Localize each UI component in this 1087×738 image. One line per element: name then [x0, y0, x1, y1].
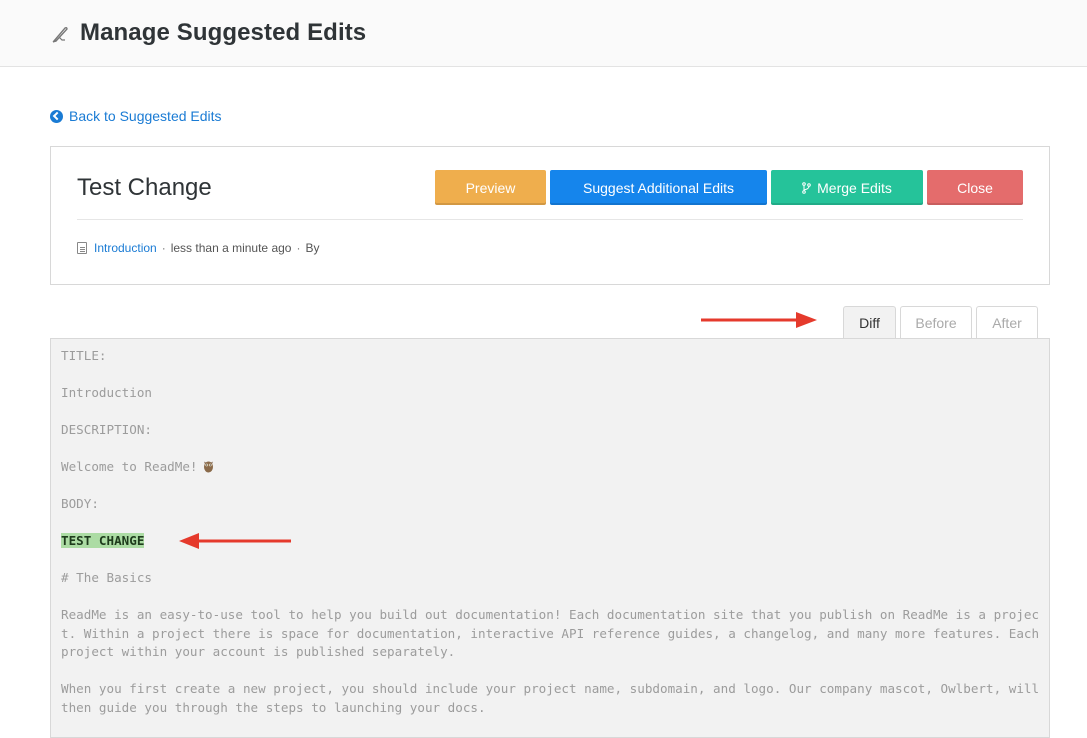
edit-time: less than a minute ago [170, 241, 292, 255]
edit-title: Test Change [77, 174, 212, 201]
top-header: Manage Suggested Edits [0, 0, 1087, 67]
suggested-edit-card: Test Change Preview Suggest Additional E… [50, 146, 1050, 285]
meta-separator: · [296, 241, 301, 255]
edit-meta: Introduction · less than a minute ago · … [77, 241, 319, 255]
preview-button-label: Preview [465, 179, 516, 196]
merge-edits-button[interactable]: Merge Edits [771, 170, 923, 205]
edit-author-label: By [305, 241, 320, 255]
git-merge-icon [802, 181, 811, 194]
tab-before[interactable]: Before [900, 306, 972, 338]
merge-button-label: Merge Edits [817, 179, 892, 196]
page-link-introduction[interactable]: Introduction [94, 241, 157, 255]
title-value: Introduction [61, 385, 152, 400]
close-button-label: Close [957, 179, 993, 196]
close-button[interactable]: Close [927, 170, 1023, 205]
body-paragraph-2: When you first create a new project, you… [61, 681, 1047, 715]
meta-separator: · [161, 241, 166, 255]
inserted-text: TEST CHANGE [61, 533, 145, 548]
description-value: Welcome to ReadMe! [61, 459, 198, 474]
suggest-button-label: Suggest Additional Edits [583, 179, 734, 196]
circle-chevron-left-icon [50, 109, 63, 123]
tab-diff[interactable]: Diff [843, 306, 896, 339]
annotation-arrow-left [179, 533, 291, 549]
description-label: DESCRIPTION: [61, 422, 152, 437]
body-label: BODY: [61, 496, 99, 511]
back-link-label: Back to Suggested Edits [69, 108, 222, 124]
card-divider [77, 219, 1023, 220]
annotation-arrow-right [701, 312, 817, 328]
title-label: TITLE: [61, 348, 107, 363]
preview-button[interactable]: Preview [435, 170, 546, 205]
body-heading: # The Basics [61, 570, 152, 585]
tab-after[interactable]: After [976, 306, 1038, 338]
page-title: Manage Suggested Edits [80, 19, 367, 46]
description-line: Welcome to ReadMe! [61, 458, 1041, 477]
quill-pen-icon [52, 26, 68, 43]
suggest-additional-edits-button[interactable]: Suggest Additional Edits [550, 170, 767, 205]
document-icon [77, 242, 87, 254]
owl-emoji-icon [204, 461, 214, 473]
body-paragraph-1: ReadMe is an easy-to-use tool to help yo… [61, 607, 1047, 659]
back-to-suggested-edits-link[interactable]: Back to Suggested Edits [50, 108, 222, 124]
